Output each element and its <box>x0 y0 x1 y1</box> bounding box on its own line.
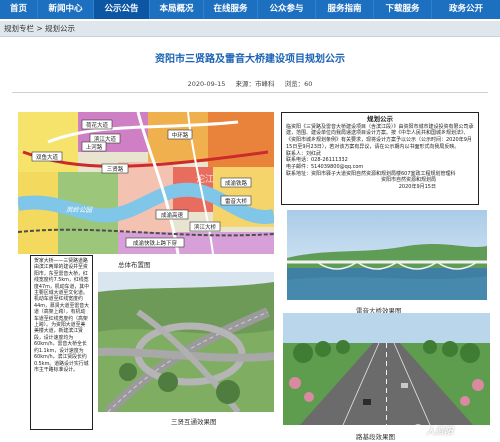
nav-item-announcements[interactable]: 公示公告 <box>94 0 150 19</box>
map-label: 成渝铁路 <box>225 179 248 187</box>
article-meta: 2020-09-15 来源：市峰科 浏览：60 <box>0 78 500 88</box>
notice-body: 临资阳《三贤路及雷音大桥建设项目（含滨江段）》由资阳市城市建设投资有限公司承建，… <box>286 123 474 150</box>
divider <box>12 92 488 93</box>
nav-item-about[interactable]: 本局概况 <box>150 0 204 19</box>
map-label: 中环路 <box>172 131 189 139</box>
notice-org: 资阳市自然资源和规划局 <box>380 177 436 184</box>
road-rendering-image <box>283 313 490 425</box>
view-count: 浏览：60 <box>284 80 313 88</box>
page-title: 资阳市三贤路及雷音大桥建设项目规划公示 <box>155 54 345 65</box>
nav-item-news[interactable]: 新闻中心 <box>38 0 94 19</box>
watermark-logo-icon <box>412 424 424 436</box>
map-label: 成渝高速 <box>161 211 184 219</box>
map-label: 沱江 <box>196 173 214 185</box>
nav-item-downloads[interactable]: 下载服务 <box>374 0 432 19</box>
notice-email: 电子邮件：514039800@qq.com <box>286 163 364 170</box>
caption-road: 路基段效果图 <box>356 433 395 441</box>
interchange-rendering-image <box>98 272 274 412</box>
map-label: 凤岭公园 <box>66 206 94 214</box>
caption-overview: 总体布置图 <box>118 261 151 269</box>
watermark: 人资阳 <box>426 427 454 437</box>
main-nav: 首页 新闻中心 公示公告 本局概况 在线服务 公众参与 服务指南 下载服务 政务… <box>0 0 500 19</box>
map-label: 滨江大桥 <box>194 223 217 231</box>
nav-item-online-service[interactable]: 在线服务 <box>204 0 258 19</box>
notice-phone: 联系电话：028-26111332 <box>286 157 348 164</box>
map-label: 三贤路 <box>107 165 124 173</box>
breadcrumb[interactable]: 规划专栏 > 规划公示 <box>4 23 75 34</box>
article-source: 来源：市峰科 <box>235 80 275 88</box>
nav-item-gov-affairs[interactable]: 政务公开 <box>432 0 500 19</box>
caption-interchange: 三贤互通效果图 <box>171 418 217 426</box>
breadcrumb-bar: 规划专栏 > 规划公示 <box>0 21 500 37</box>
nav-item-home[interactable]: 首页 <box>0 0 38 19</box>
map-label: 双鱼大道 <box>36 153 59 161</box>
notice-address: 联系地址：资阳市驿子大道资阳自然资源和规划局楼607室政工程规划管理科 <box>286 170 456 177</box>
nav-item-participation[interactable]: 公众参与 <box>258 0 316 19</box>
map-label: 雷音大桥 <box>225 197 248 205</box>
publish-date: 2020-09-15 <box>187 80 226 88</box>
planning-notice-box: 规划公示 临资阳《三贤路及雷音大桥建设项目（含滨江段）》由资阳市城市建设投资有限… <box>281 112 479 205</box>
nav-item-guide[interactable]: 服务指南 <box>316 0 374 19</box>
bridge-rendering-image <box>287 210 487 300</box>
notice-date: 2020年9月15日 <box>398 184 436 191</box>
notice-title: 规划公示 <box>367 115 393 123</box>
map-label: 荷花大道 <box>86 121 109 129</box>
map-label: 成渝快铁上跨下穿 <box>133 239 178 247</box>
map-label: 上河路 <box>86 143 103 151</box>
project-description-box: 贺家大桥——三贤路道路由滨江两岸的建设并至资阳市，东至雷音大桥，红线宽度约7.5… <box>30 255 93 430</box>
overview-map-image: 荷花大道 滨江大道 中环路 上河路 双鱼大道 雷音大桥 三贤路 滨江大桥 成渝铁… <box>18 112 274 254</box>
